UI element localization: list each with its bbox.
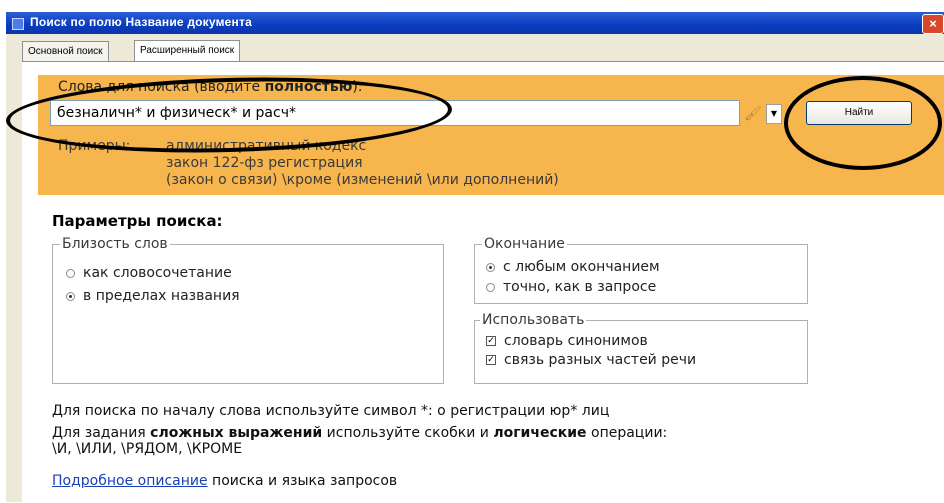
close-button[interactable]: × bbox=[922, 14, 944, 34]
brush-icon[interactable]: 🖌 bbox=[742, 104, 764, 124]
radio-icon[interactable] bbox=[486, 282, 495, 292]
radio-within-title[interactable]: в пределах названия bbox=[66, 288, 240, 304]
history-dropdown-button[interactable]: ▼ bbox=[766, 104, 782, 124]
operators-list: \И, \ИЛИ, \РЯДОМ, \КРОМЕ bbox=[52, 441, 243, 457]
proximity-legend: Близость слов bbox=[60, 236, 170, 252]
checkbox-synonyms[interactable]: ✓ словарь синонимов bbox=[486, 333, 648, 349]
radio-exact[interactable]: точно, как в запросе bbox=[486, 279, 656, 295]
use-legend: Использовать bbox=[480, 312, 587, 328]
example-item[interactable]: (закон о связи) \кроме (изменений \или д… bbox=[166, 172, 559, 188]
radio-icon[interactable] bbox=[66, 291, 75, 301]
checkbox-parts-of-speech[interactable]: ✓ связь разных частей речи bbox=[486, 352, 696, 368]
ending-legend: Окончание bbox=[482, 236, 567, 252]
app-icon bbox=[12, 18, 24, 30]
title-bar[interactable]: Поиск по полю Название документа × bbox=[6, 12, 944, 34]
search-dialog: Поиск по полю Название документа × Основ… bbox=[0, 0, 944, 503]
params-title: Параметры поиска: bbox=[52, 212, 223, 230]
radio-icon[interactable] bbox=[66, 268, 75, 278]
radio-phrase[interactable]: как словосочетание bbox=[66, 265, 232, 281]
window-title: Поиск по полю Название документа bbox=[30, 15, 252, 29]
prefix-tip: Для поиска по началу слова используйте с… bbox=[52, 403, 610, 419]
help-line: Подробное описание поиска и языка запрос… bbox=[52, 473, 398, 489]
tab-advanced-search[interactable]: Расширенный поиск bbox=[134, 40, 241, 62]
tab-basic-search[interactable]: Основной поиск bbox=[22, 41, 109, 61]
checkbox-icon[interactable]: ✓ bbox=[486, 336, 496, 346]
example-item[interactable]: закон 122-фз регистрация bbox=[166, 155, 363, 171]
checkbox-icon[interactable]: ✓ bbox=[486, 355, 496, 365]
radio-icon[interactable] bbox=[486, 262, 495, 272]
radio-any-ending[interactable]: с любым окончанием bbox=[486, 259, 660, 275]
highlight-oval-find bbox=[784, 76, 942, 170]
details-link[interactable]: Подробное описание bbox=[52, 473, 208, 489]
complex-tip: Для задания сложных выражений используйт… bbox=[52, 425, 668, 441]
